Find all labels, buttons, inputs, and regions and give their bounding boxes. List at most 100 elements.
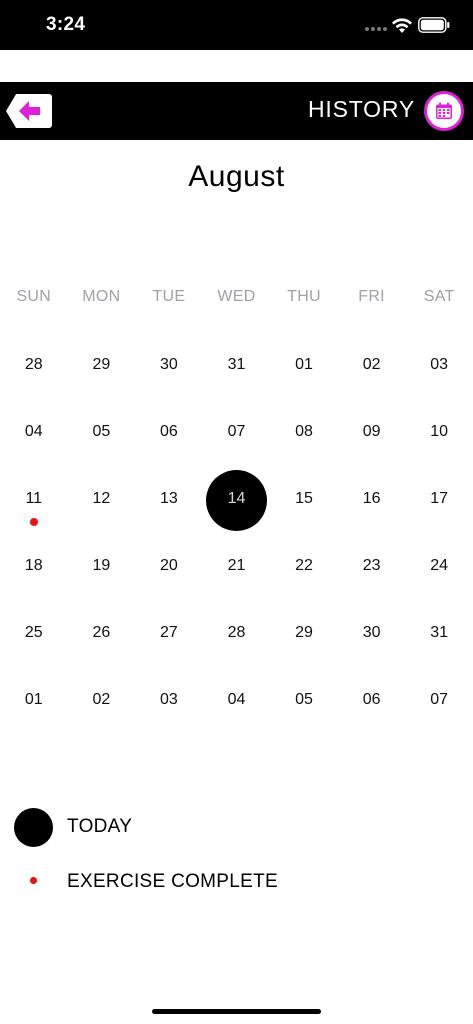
calendar-day[interactable]: 21: [203, 533, 271, 600]
calendar-day-today[interactable]: 14: [203, 466, 271, 533]
calendar-day[interactable]: 03: [135, 667, 203, 734]
calendar-week-row: 01 02 03 04 05 06 07: [0, 667, 473, 734]
calendar-grid: 28 29 30 31 01 02 03 04 05 06 07 08 09 10 11 12 13 14 15 16…: [0, 332, 473, 734]
calendar-day-number: 06: [362, 691, 381, 708]
calendar-day-number: 11: [25, 490, 43, 507]
month-title: August: [188, 160, 285, 193]
legend-exercise: EXERCISE COMPLETE: [0, 861, 473, 901]
weekday-fri: FRI: [358, 288, 385, 305]
calendar-day[interactable]: 04: [0, 399, 68, 466]
calendar-week-row: 11 12 13 14 15 16 17: [0, 466, 473, 533]
calendar-day-number: 16: [362, 490, 381, 507]
calendar-day[interactable]: 01: [0, 667, 68, 734]
calendar-day[interactable]: 05: [68, 399, 136, 466]
calendar-day[interactable]: 31: [405, 600, 473, 667]
calendar-day[interactable]: 16: [338, 466, 406, 533]
calendar-day-number: 22: [295, 557, 313, 574]
calendar-day-number: 30: [362, 624, 381, 641]
calendar-day[interactable]: 22: [270, 533, 338, 600]
calendar-day[interactable]: 18: [0, 533, 68, 600]
calendar-day[interactable]: 13: [135, 466, 203, 533]
calendar-day[interactable]: 15: [270, 466, 338, 533]
calendar-day-number: 29: [92, 356, 111, 373]
weekday-header: SUN MON TUE WED THU FRI SAT: [0, 288, 473, 308]
calendar-day[interactable]: 08: [270, 399, 338, 466]
calendar-day-number: 31: [227, 356, 246, 373]
calendar-day[interactable]: 24: [405, 533, 473, 600]
calendar-day-number: 12: [92, 490, 111, 507]
calendar-day-number: 07: [430, 691, 449, 708]
calendar-day-number: 14: [227, 490, 246, 507]
cellular-signal-icon: [365, 27, 387, 31]
calendar-day[interactable]: 19: [68, 533, 136, 600]
calendar-day-number: 19: [92, 557, 111, 574]
calendar-day[interactable]: 05: [270, 667, 338, 734]
calendar-day[interactable]: 20: [135, 533, 203, 600]
calendar-day[interactable]: 23: [338, 533, 406, 600]
calendar-day-number: 31: [430, 624, 449, 641]
calendar-day-number: 28: [24, 356, 43, 373]
calendar-icon: [436, 102, 452, 119]
calendar-day-number: 17: [430, 490, 449, 507]
calendar-button[interactable]: [424, 91, 464, 131]
exercise-dot-icon: [30, 877, 37, 884]
calendar-day[interactable]: 10: [405, 399, 473, 466]
calendar-day[interactable]: 29: [68, 332, 136, 399]
calendar-day[interactable]: 03: [405, 332, 473, 399]
calendar-day[interactable]: 29: [270, 600, 338, 667]
calendar-day-number: 25: [24, 624, 43, 641]
calendar-day[interactable]: 06: [135, 399, 203, 466]
page-title: HISTORY: [308, 96, 415, 122]
calendar-day[interactable]: 26: [68, 600, 136, 667]
calendar-week-row: 04 05 06 07 08 09 10: [0, 399, 473, 466]
calendar-day-number: 02: [362, 356, 381, 373]
calendar-day[interactable]: 25: [0, 600, 68, 667]
calendar-day[interactable]: 04: [203, 667, 271, 734]
calendar-week-row: 25 26 27 28 29 30 31: [0, 600, 473, 667]
calendar-day-number: 10: [430, 423, 449, 440]
calendar-day[interactable]: 28: [0, 332, 68, 399]
calendar-day[interactable]: 01: [270, 332, 338, 399]
calendar-day[interactable]: 11: [0, 466, 68, 533]
calendar-day[interactable]: 07: [203, 399, 271, 466]
weekday-sat: SAT: [423, 288, 455, 305]
calendar-day-number: 05: [295, 691, 313, 708]
weekday-wed: WED: [217, 288, 256, 305]
weekday-tue: TUE: [152, 288, 186, 305]
exercise-complete-dot: [29, 518, 38, 526]
calendar-day[interactable]: 28: [203, 600, 271, 667]
home-indicator: [152, 1009, 321, 1014]
calendar-day-number: 05: [92, 423, 111, 440]
arrow-left-icon: [19, 101, 40, 121]
calendar-day[interactable]: 30: [338, 600, 406, 667]
calendar-day-number: 02: [92, 691, 111, 708]
calendar-day[interactable]: 07: [405, 667, 473, 734]
calendar-day-number: 24: [430, 557, 449, 574]
calendar-day[interactable]: 06: [338, 667, 406, 734]
calendar-day[interactable]: 02: [338, 332, 406, 399]
calendar-day[interactable]: 17: [405, 466, 473, 533]
calendar-day-number: 18: [24, 557, 43, 574]
calendar-day-number: 09: [362, 423, 381, 440]
calendar-day-number: 29: [295, 624, 313, 641]
calendar-day-number: 28: [227, 624, 246, 641]
weekday-thu: THU: [287, 288, 321, 305]
calendar-day-number: 03: [430, 356, 449, 373]
calendar-day[interactable]: 09: [338, 399, 406, 466]
calendar-day-number: 08: [295, 423, 313, 440]
calendar-day-number: 21: [227, 557, 246, 574]
calendar-day-number: 06: [160, 423, 178, 440]
calendar-day[interactable]: 31: [203, 332, 271, 399]
legend-today-label: TODAY: [67, 816, 133, 837]
calendar-day[interactable]: 12: [68, 466, 136, 533]
calendar-day[interactable]: 27: [135, 600, 203, 667]
calendar-day-number: 13: [160, 490, 178, 507]
calendar-day-number: 07: [227, 423, 246, 440]
back-button[interactable]: [6, 94, 52, 128]
calendar-day[interactable]: 30: [135, 332, 203, 399]
status-bar: 3:24: [0, 0, 473, 50]
calendar-day-number: 03: [160, 691, 178, 708]
weekday-sun: SUN: [16, 288, 52, 305]
calendar-day-number: 27: [160, 624, 178, 641]
calendar-day[interactable]: 02: [68, 667, 136, 734]
